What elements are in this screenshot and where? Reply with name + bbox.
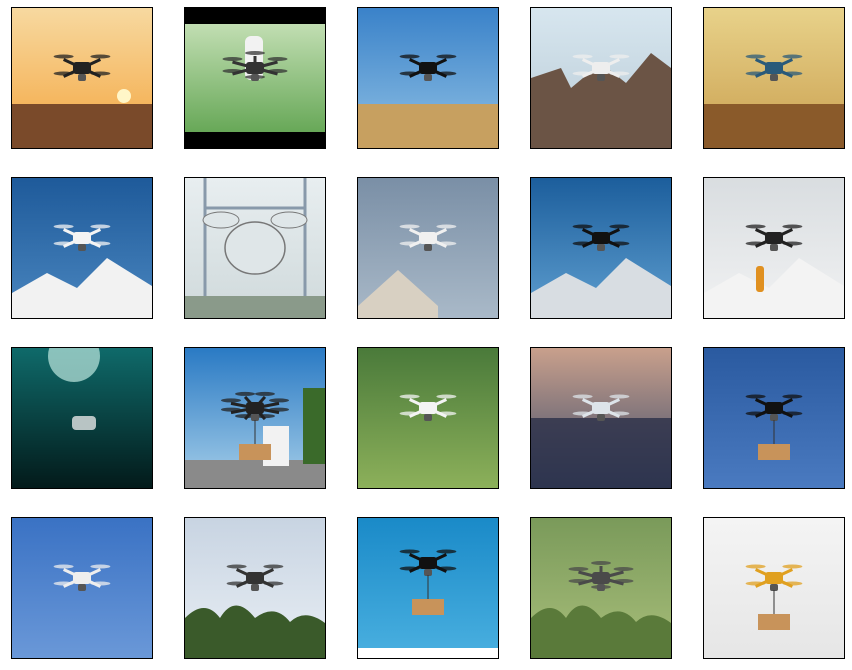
image-tile-r4-c4 <box>530 517 672 659</box>
sun <box>117 89 131 103</box>
image-tile-r4-c5 <box>703 517 845 659</box>
drone-photo-blue-cargo <box>704 348 844 488</box>
parcel <box>239 444 271 460</box>
trees <box>303 388 325 464</box>
drone-photo-snow-hiker <box>704 178 844 318</box>
image-tile-r1-c3 <box>357 7 499 149</box>
drone-photo-blue-sky-low <box>12 518 152 658</box>
ground <box>185 296 325 318</box>
drone-photo-white-studio <box>704 518 844 658</box>
underwater-drone-drone <box>72 416 96 430</box>
parcel <box>758 614 790 630</box>
drone-photo-tower <box>185 178 325 318</box>
drone-photo-treetops <box>185 518 325 658</box>
drone-photo-delivery-street <box>185 348 325 488</box>
drone-photo-house-roof <box>358 178 498 318</box>
image-tile-r1-c5 <box>703 7 845 149</box>
image-tile-r1-c2 <box>184 7 326 149</box>
drone-photo-dusk-blur <box>531 348 671 488</box>
image-tile-r3-c1 <box>11 347 153 489</box>
image-tile-r3-c3 <box>357 347 499 489</box>
image-tile-r2-c5 <box>703 177 845 319</box>
drone-photo-sunset-field <box>12 8 152 148</box>
drone-photo-sunset-wheat <box>704 8 844 148</box>
drone-photo-robot-rider <box>185 8 325 148</box>
street <box>185 460 325 488</box>
field <box>12 104 152 148</box>
letterbox-bottom <box>185 132 325 148</box>
image-tile-r3-c4 <box>530 347 672 489</box>
hiker <box>756 266 764 292</box>
drone-photo-snow-peak-blue <box>531 178 671 318</box>
image-grid <box>0 0 852 670</box>
image-tile-r1-c4 <box>530 7 672 149</box>
image-tile-r1-c1 <box>11 7 153 149</box>
field <box>704 104 844 148</box>
drone-photo-mountain-blue <box>12 178 152 318</box>
blurred-lights <box>531 418 671 488</box>
image-tile-r2-c3 <box>357 177 499 319</box>
field <box>358 104 498 148</box>
image-tile-r3-c5 <box>703 347 845 489</box>
image-tile-r2-c4 <box>530 177 672 319</box>
parcel <box>412 599 444 615</box>
drone-photo-ruins <box>531 8 671 148</box>
image-tile-r3-c2 <box>184 347 326 489</box>
image-tile-r4-c3 <box>357 517 499 659</box>
drone-photo-forest-blur <box>531 518 671 658</box>
drone-photo-blue-sky-field <box>358 8 498 148</box>
parcel <box>758 444 790 460</box>
drone-photo-underwater <box>12 348 152 488</box>
image-tile-r4-c2 <box>184 517 326 659</box>
footer-strip <box>358 648 498 658</box>
drone-photo-green-bokeh <box>358 348 498 488</box>
letterbox-top <box>185 8 325 24</box>
image-tile-r4-c1 <box>11 517 153 659</box>
image-tile-r2-c1 <box>11 177 153 319</box>
image-tile-r2-c2 <box>184 177 326 319</box>
drone-photo-parcel-blue <box>358 518 498 658</box>
